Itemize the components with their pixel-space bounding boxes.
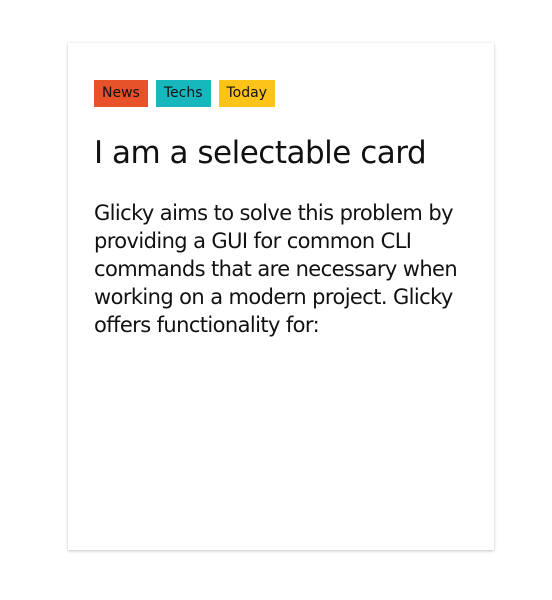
tag-list: News Techs Today xyxy=(94,80,275,107)
tag-news[interactable]: News xyxy=(94,80,148,107)
tag-techs[interactable]: Techs xyxy=(155,80,211,107)
card-body-text: Glicky aims to solve this problem by pro… xyxy=(94,201,458,337)
card-title: I am a selectable card xyxy=(94,135,427,171)
tag-today[interactable]: Today xyxy=(218,80,275,107)
selectable-card[interactable]: News Techs Today I am a selectable card … xyxy=(68,43,494,550)
